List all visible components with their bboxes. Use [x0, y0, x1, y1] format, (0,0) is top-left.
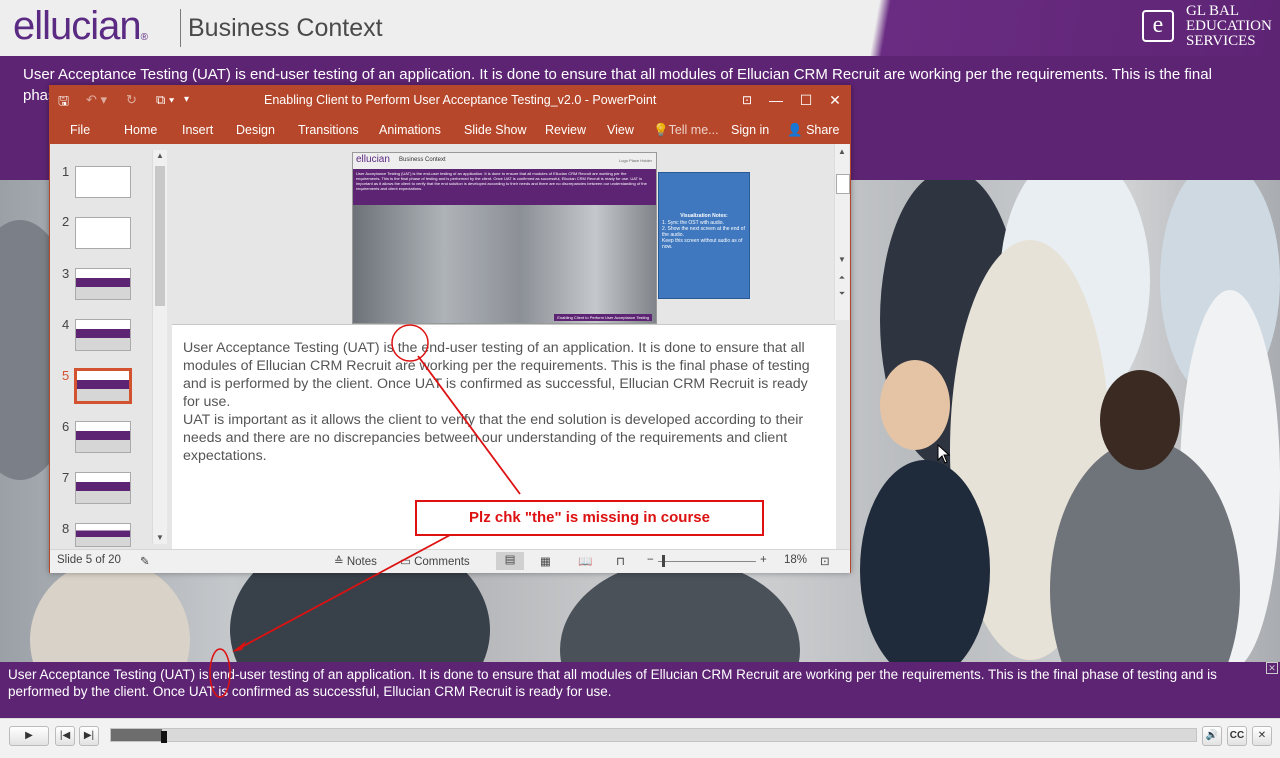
share-button[interactable]: 👤 Share — [783, 123, 843, 138]
tab-view[interactable]: View — [607, 123, 634, 137]
slide-thumbnail[interactable] — [75, 268, 131, 300]
zoom-out-button[interactable]: − — [647, 554, 654, 566]
slide-thumbnail[interactable] — [75, 319, 131, 351]
slide-counter: Slide 5 of 20 — [57, 554, 121, 566]
slide-edit-area[interactable]: ellucian Business Context Logo Place Hol… — [172, 144, 850, 324]
fit-to-window-icon[interactable]: ⊡ — [820, 554, 830, 568]
scroll-up-icon[interactable]: ▲ — [836, 146, 848, 158]
minimize-button[interactable]: — — [765, 90, 787, 110]
spelling-check-icon[interactable]: ✎ — [140, 554, 150, 568]
tab-design[interactable]: Design — [236, 123, 275, 137]
slide-thumbnail[interactable] — [75, 523, 131, 547]
scroll-down-icon[interactable]: ▼ — [836, 254, 848, 266]
seek-progress — [111, 729, 162, 741]
person-icon: 👤 — [787, 123, 803, 137]
tell-me-search[interactable]: 💡Tell me... — [653, 123, 719, 138]
slide-thumbnail[interactable] — [75, 472, 131, 504]
tab-review[interactable]: Review — [545, 123, 586, 137]
close-window-button[interactable]: ✕ — [824, 90, 846, 110]
seek-bar[interactable] — [110, 728, 1197, 742]
ellucian-logo: ellucian® — [13, 4, 148, 48]
global-education-services-logo: e GL BAL EDUCATION SERVICES — [1138, 4, 1272, 52]
ppt-title-bar: 🖫 ↶ ▾ ↻ ⧉ ▾ ▾ Enabling Client to Perform… — [50, 86, 850, 116]
thumbnails-scrollbar[interactable]: ▲ ▼ — [152, 150, 167, 544]
course-header: ellucian® Business Context e GL BAL EDUC… — [0, 0, 1280, 56]
ribbon-display-options-icon[interactable]: ⊡ — [736, 90, 758, 110]
visualization-notes-box[interactable]: Visualization Notes: 1. Sync the OST wit… — [658, 172, 750, 299]
slide-sorter-view-button[interactable]: ▦ — [540, 554, 551, 568]
tab-home[interactable]: Home — [124, 123, 157, 137]
slide-thumbnail[interactable] — [75, 421, 131, 453]
mouse-cursor-icon — [937, 444, 951, 464]
review-comment-box: Plz chk "the" is missing in course — [415, 500, 764, 536]
zoom-in-button[interactable]: + — [760, 554, 767, 566]
volume-icon[interactable]: 🔊 — [1202, 726, 1222, 746]
caption-text: User Acceptance Testing (UAT) is end-use… — [8, 667, 1217, 699]
comments-button[interactable]: ▭ Comments — [400, 554, 470, 568]
customize-qat-icon[interactable]: ▾ — [184, 94, 189, 105]
comment-icon: ▭ — [400, 556, 411, 568]
normal-view-button[interactable]: ▤ — [496, 552, 524, 570]
scroll-thumb[interactable] — [836, 174, 850, 194]
slideshow-from-start-icon[interactable]: ⧉ ▾ — [156, 92, 174, 108]
next-slide-icon[interactable]: ⏷ — [836, 288, 848, 300]
seek-handle[interactable] — [160, 731, 167, 743]
zoom-level[interactable]: 18% — [784, 554, 807, 566]
slideshow-view-button[interactable]: ⊓ — [616, 554, 625, 568]
page-title: Business Context — [188, 14, 383, 42]
slide-thumbnails-pane[interactable]: 1 2 3 4 5 6 7 8 ▲ ▼ — [50, 144, 170, 549]
ppt-window-title: Enabling Client to Perform User Acceptan… — [264, 93, 657, 107]
tab-insert[interactable]: Insert — [182, 123, 213, 137]
sign-in-link[interactable]: Sign in — [731, 123, 769, 137]
ges-e-icon: e — [1142, 10, 1174, 42]
slide-photo — [353, 205, 656, 323]
notes-icon: ≙ — [334, 556, 344, 568]
previous-button[interactable]: |◀ — [55, 726, 75, 746]
media-player-bar: ▶ |◀ ▶| 🔊 CC ✕ — [0, 718, 1280, 758]
zoom-slider[interactable] — [658, 561, 756, 562]
slide-thumbnail-selected[interactable] — [74, 368, 132, 404]
tab-slide-show[interactable]: Slide Show — [464, 123, 527, 137]
slide-thumbnail[interactable] — [75, 217, 131, 249]
notes-paragraph: User Acceptance Testing (UAT) is the end… — [183, 340, 810, 410]
slide-thumbnail[interactable] — [75, 166, 131, 198]
previous-slide-icon[interactable]: ⏶ — [836, 272, 848, 284]
undo-icon[interactable]: ↶ ▾ — [86, 92, 107, 108]
notes-button[interactable]: ≙ Notes — [334, 554, 377, 568]
caption-close-button[interactable]: ✕ — [1266, 662, 1278, 674]
closed-caption-bar: User Acceptance Testing (UAT) is end-use… — [0, 662, 1280, 718]
status-bar: Slide 5 of 20 ✎ ≙ Notes ▭ Comments ▤ ▦ 📖… — [50, 549, 850, 573]
maximize-button[interactable]: ☐ — [795, 90, 817, 110]
closed-captions-button[interactable]: CC — [1227, 726, 1247, 746]
scroll-up-icon[interactable]: ▲ — [154, 150, 166, 162]
next-button[interactable]: ▶| — [79, 726, 99, 746]
zoom-slider-knob[interactable] — [662, 555, 665, 567]
save-icon[interactable]: 🖫 — [58, 92, 69, 114]
scroll-down-icon[interactable]: ▼ — [154, 532, 166, 544]
lightbulb-icon: 💡 — [653, 123, 669, 137]
close-player-button[interactable]: ✕ — [1252, 726, 1272, 746]
slide-scrollbar[interactable]: ▲ ▼ ⏶ ⏷ — [834, 144, 850, 320]
tab-transitions[interactable]: Transitions — [298, 123, 359, 137]
ppt-workspace: 1 2 3 4 5 6 7 8 ▲ ▼ ellucian Business Co… — [50, 144, 850, 550]
notes-paragraph: UAT is important as it allows the client… — [183, 412, 804, 464]
play-button[interactable]: ▶ — [9, 726, 49, 746]
ribbon-tabs: File Home Insert Design Transitions Anim… — [50, 116, 850, 144]
tab-file[interactable]: File — [70, 123, 90, 137]
current-slide[interactable]: ellucian Business Context Logo Place Hol… — [352, 152, 657, 324]
tab-animations[interactable]: Animations — [379, 123, 441, 137]
scroll-thumb[interactable] — [155, 166, 165, 306]
redo-icon[interactable]: ↻ — [126, 92, 137, 108]
reading-view-button[interactable]: 📖 — [578, 554, 592, 568]
header-divider — [180, 9, 181, 47]
